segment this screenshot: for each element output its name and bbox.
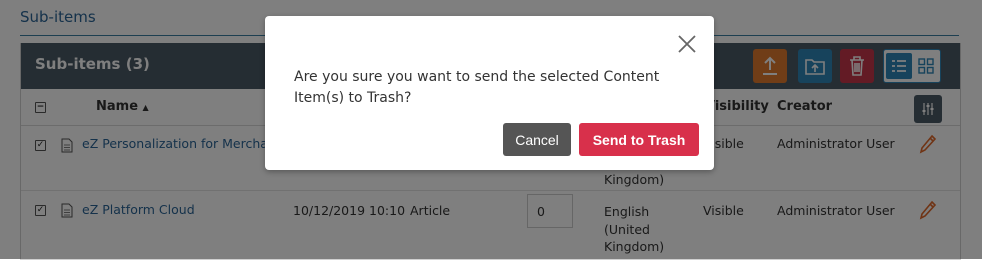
confirm-trash-dialog: Are you sure you want to send the select… <box>265 16 714 170</box>
close-icon[interactable] <box>676 33 698 55</box>
cancel-button[interactable]: Cancel <box>503 123 571 156</box>
dialog-message: Are you sure you want to send the select… <box>294 69 660 106</box>
send-to-trash-button[interactable]: Send to Trash <box>579 123 699 156</box>
